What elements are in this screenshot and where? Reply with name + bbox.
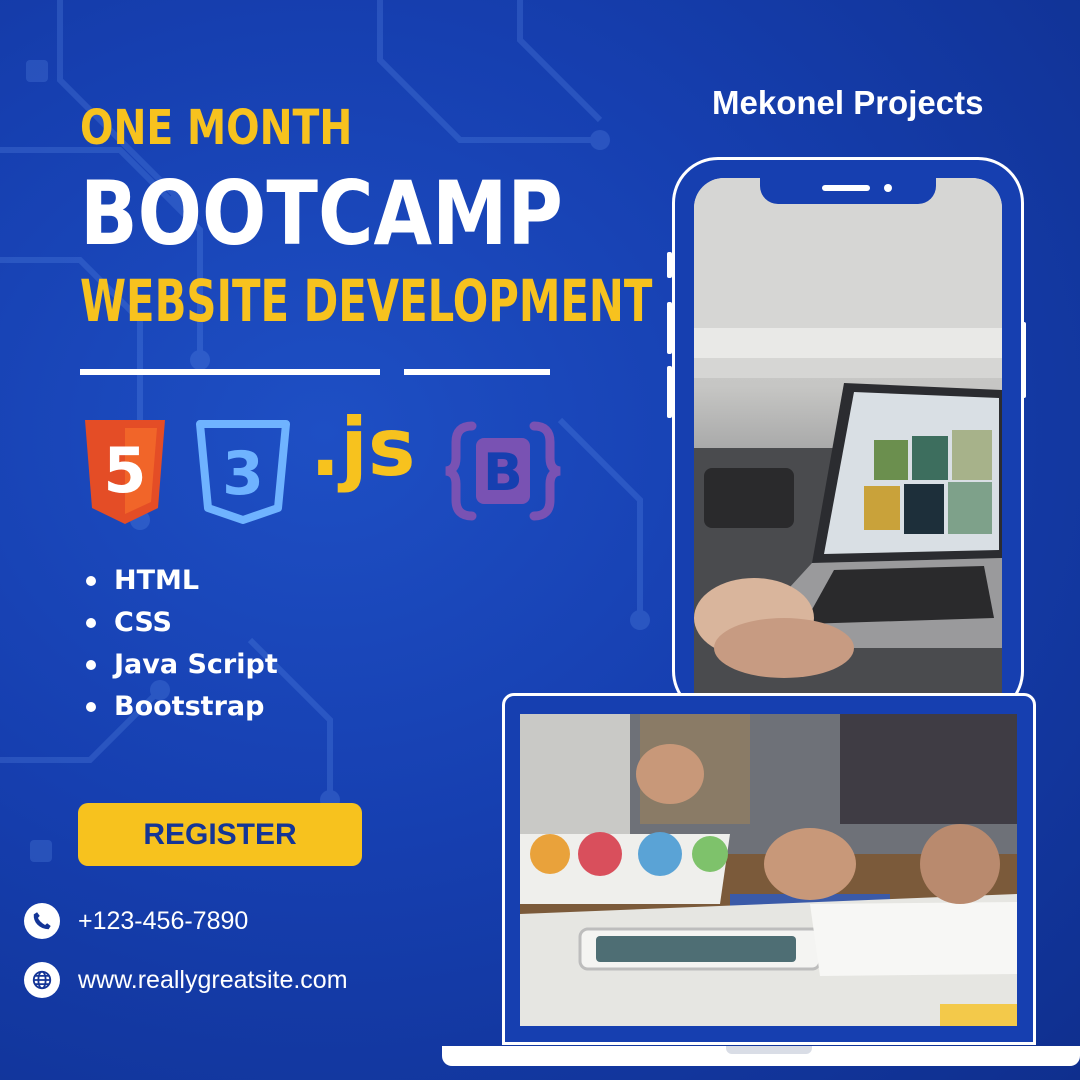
contact-website[interactable]: www.reallygreatsite.com bbox=[24, 962, 348, 998]
phone-side-button bbox=[667, 366, 672, 418]
html5-icon: 5 bbox=[85, 420, 165, 524]
divider-long bbox=[80, 369, 380, 375]
phone-side-button bbox=[667, 252, 672, 278]
phone-screen-photo bbox=[694, 178, 1002, 698]
phone-number: +123-456-7890 bbox=[78, 906, 249, 935]
brand-name: Mekonel Projects bbox=[712, 84, 984, 121]
skill-item: CSS bbox=[86, 602, 278, 644]
register-button[interactable]: REGISTER bbox=[78, 803, 362, 866]
globe-icon bbox=[24, 962, 60, 998]
phone-notch bbox=[760, 178, 936, 204]
skill-item: Java Script bbox=[86, 644, 278, 686]
bootstrap-icon: B bbox=[445, 421, 561, 521]
phone-side-button bbox=[667, 302, 672, 354]
divider-short bbox=[404, 369, 550, 375]
headline-title: BOOTCAMP bbox=[80, 162, 563, 265]
laptop-screen-photo bbox=[520, 714, 1017, 1026]
phone-camera bbox=[884, 184, 892, 192]
phone-speaker bbox=[822, 185, 870, 191]
css3-icon: 3 bbox=[196, 420, 290, 524]
laptop-base-notch bbox=[726, 1046, 812, 1054]
skills-list: HTML CSS Java Script Bootstrap bbox=[86, 560, 278, 728]
css3-label: 3 bbox=[222, 439, 264, 509]
skill-item: HTML bbox=[86, 560, 278, 602]
headline-duration: ONE MONTH bbox=[80, 100, 353, 156]
website-url: www.reallygreatsite.com bbox=[78, 965, 348, 994]
html5-label: 5 bbox=[103, 434, 146, 507]
phone-side-button bbox=[1021, 322, 1026, 398]
javascript-icon: .js bbox=[310, 401, 416, 494]
skill-item: Bootstrap bbox=[86, 686, 278, 728]
contact-phone[interactable]: +123-456-7890 bbox=[24, 903, 248, 939]
phone-icon bbox=[24, 903, 60, 939]
headline-subtitle: WEBSITE DEVELOPMENT bbox=[80, 267, 653, 335]
bootstrap-label: B bbox=[483, 443, 523, 503]
